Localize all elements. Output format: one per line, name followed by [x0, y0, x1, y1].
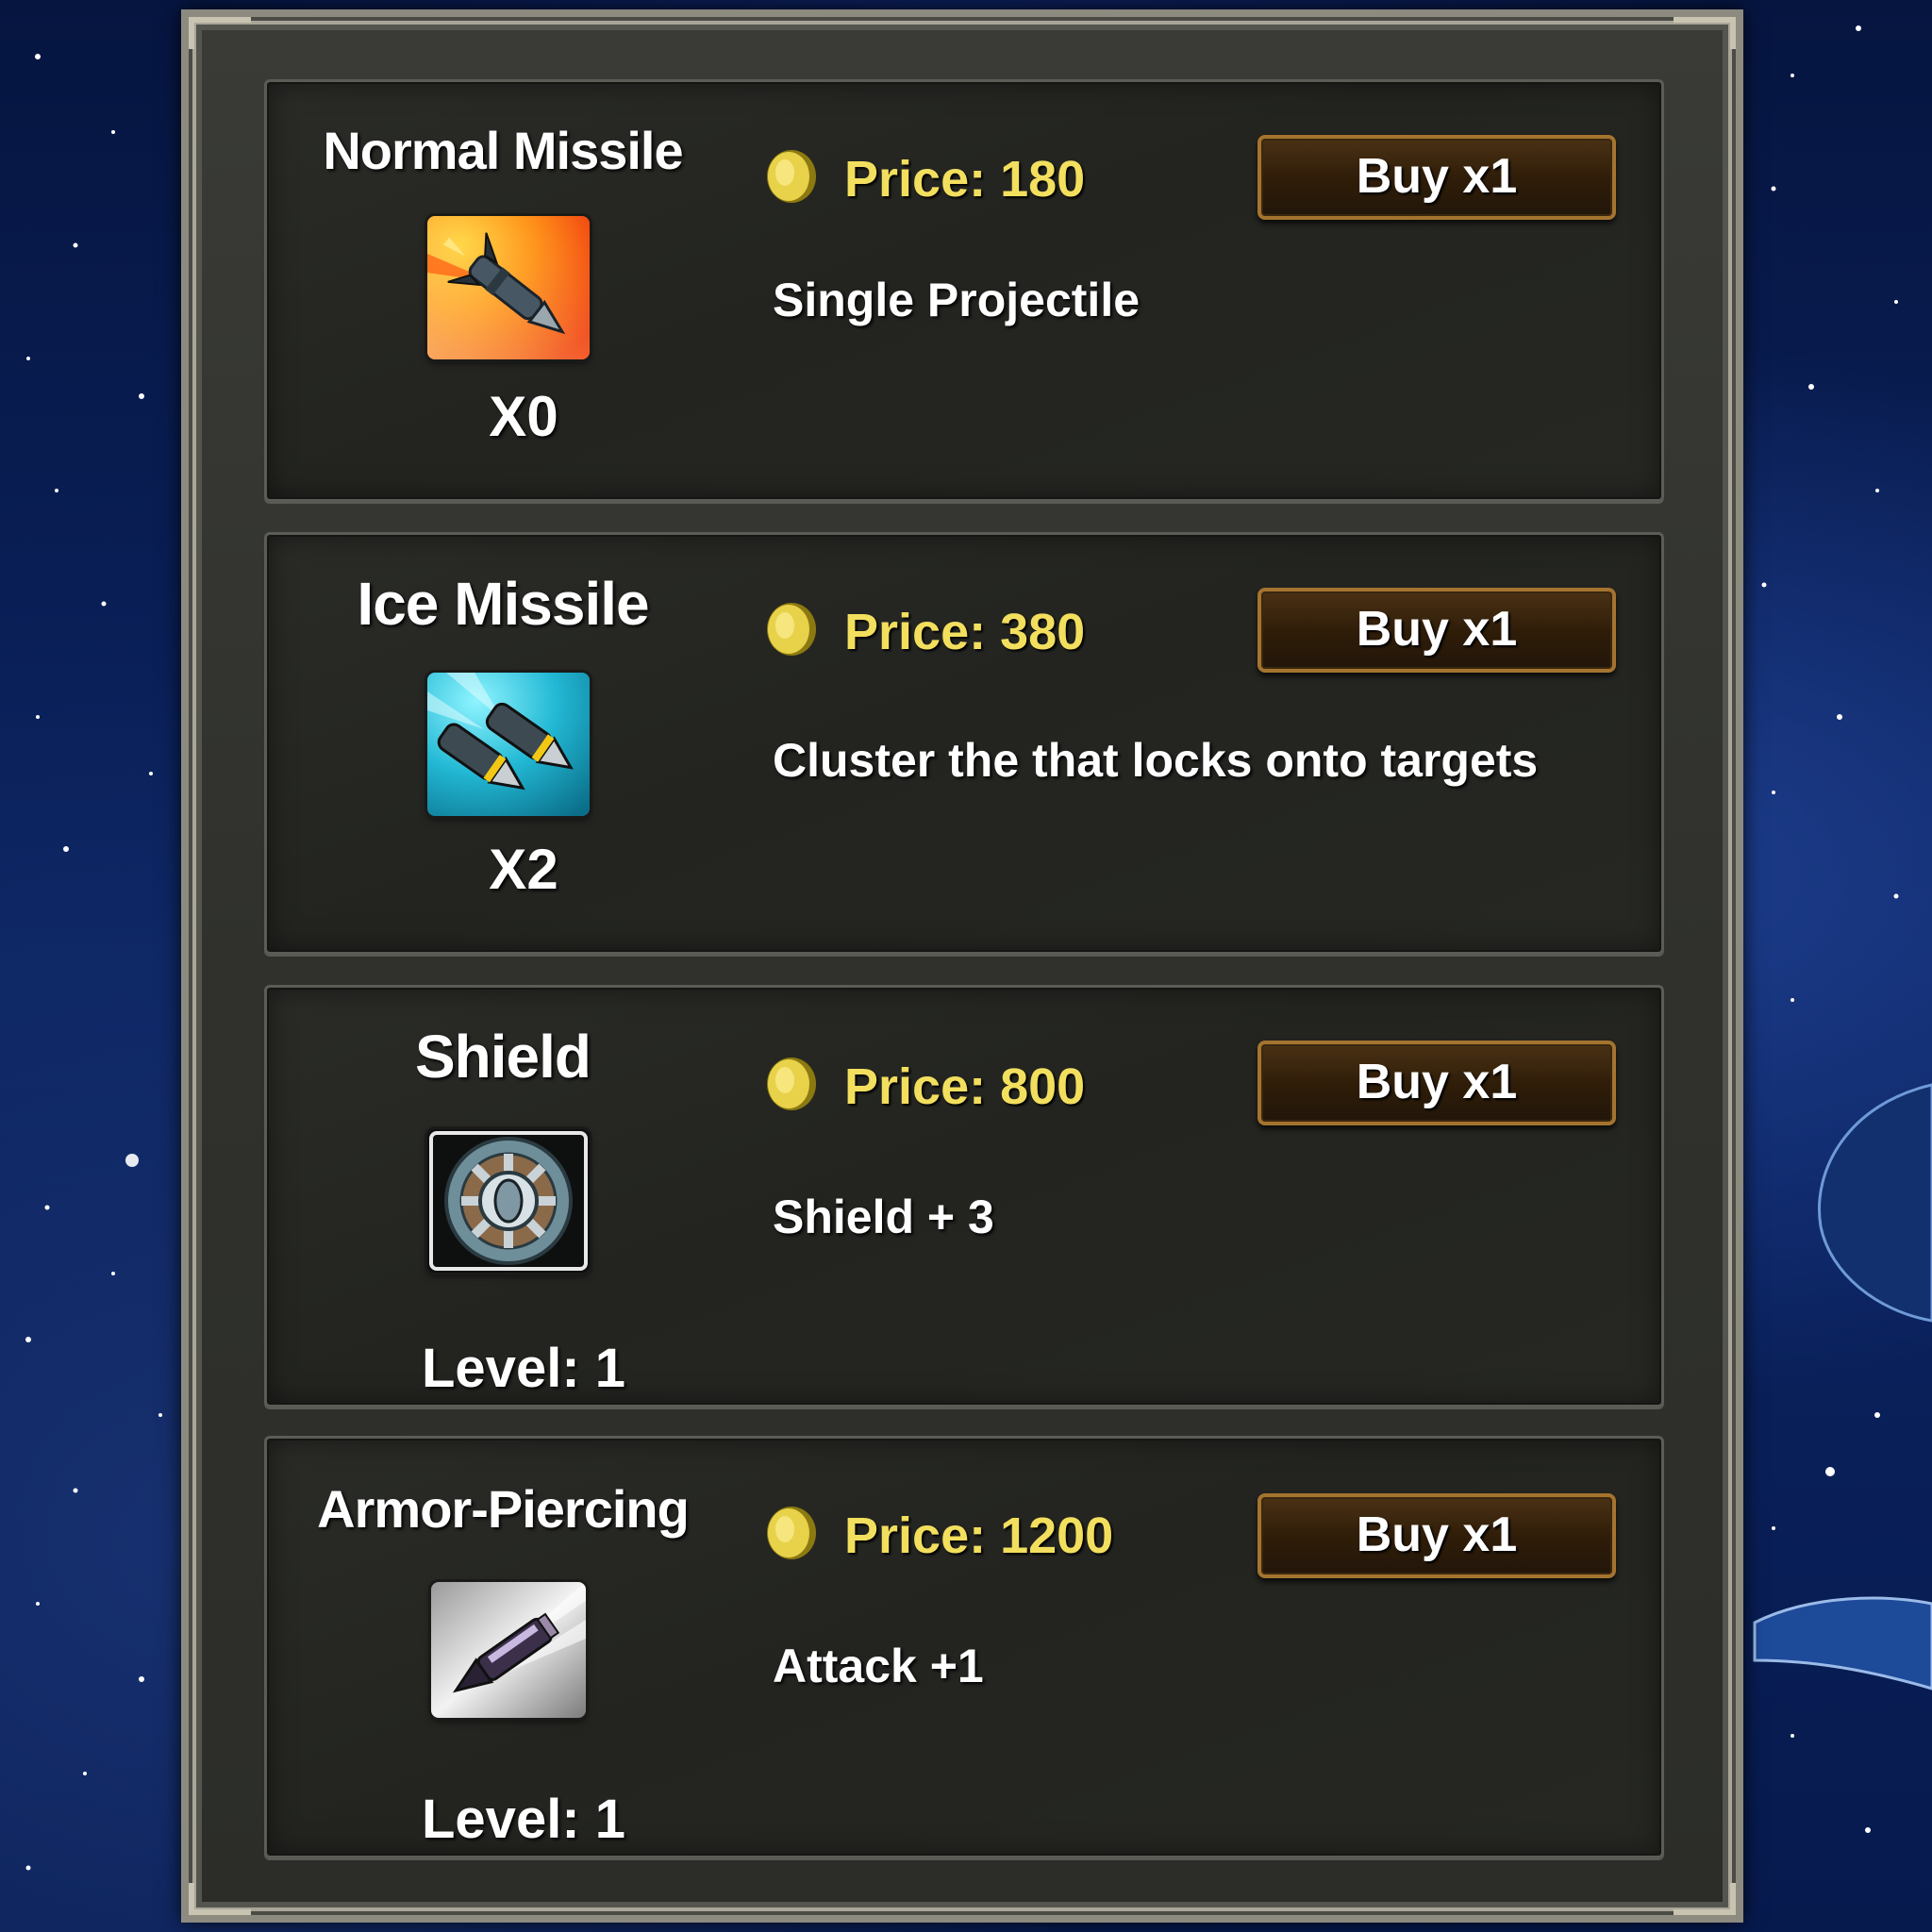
item-price: Price: 1200 [844, 1507, 1114, 1564]
shield-icon [427, 1129, 590, 1273]
coin-icon [765, 1505, 818, 1561]
missile-ice-icon [427, 673, 590, 816]
buy-button[interactable]: Buy x1 [1257, 588, 1616, 673]
item-name: Normal Missile [323, 121, 683, 180]
item-description: Single Projectile [773, 274, 1141, 326]
panel-corner [1674, 1883, 1736, 1915]
shop-item-armor-piercing: Armor-Piercing Level: 1 Price: 1200 Buy … [264, 1436, 1664, 1858]
item-level: Level: 1 [422, 1789, 625, 1850]
item-price: Price: 380 [844, 604, 1086, 660]
armor-piercing-bullet-icon [431, 1582, 586, 1718]
coin-icon [765, 601, 818, 658]
item-price: Price: 800 [844, 1058, 1086, 1115]
item-name: Armor-Piercing [317, 1479, 690, 1539]
panel-corner [1674, 17, 1736, 49]
item-name: Ice Missile [357, 570, 649, 638]
buy-button[interactable]: Buy x1 [1257, 1041, 1616, 1125]
coin-icon [765, 1056, 818, 1112]
item-description: Shield + 3 [773, 1191, 994, 1243]
shop-item-shield: Shield Level: 1 Price: 800 Buy x1 Shield… [264, 985, 1664, 1407]
buy-button[interactable]: Buy x1 [1257, 1493, 1616, 1578]
item-name: Shield [414, 1023, 591, 1091]
missile-fire-icon [427, 216, 590, 359]
item-count: X2 [489, 838, 558, 901]
item-description: Attack +1 [773, 1640, 984, 1692]
buy-button[interactable]: Buy x1 [1257, 135, 1616, 220]
shop-item-normal-missile: Normal Missile X0 Price: 180 Buy x1 Sing… [264, 79, 1664, 502]
panel-corner [189, 17, 251, 49]
item-description: Cluster the that locks onto targets [773, 734, 1539, 787]
panel-corner [189, 1883, 251, 1915]
coin-icon [765, 148, 818, 205]
item-price: Price: 180 [844, 151, 1086, 208]
item-count: X0 [489, 385, 558, 448]
shop-item-ice-missile: Ice Missile X2 Price: 380 Buy x1 Cluster… [264, 532, 1664, 955]
item-level: Level: 1 [422, 1338, 625, 1399]
